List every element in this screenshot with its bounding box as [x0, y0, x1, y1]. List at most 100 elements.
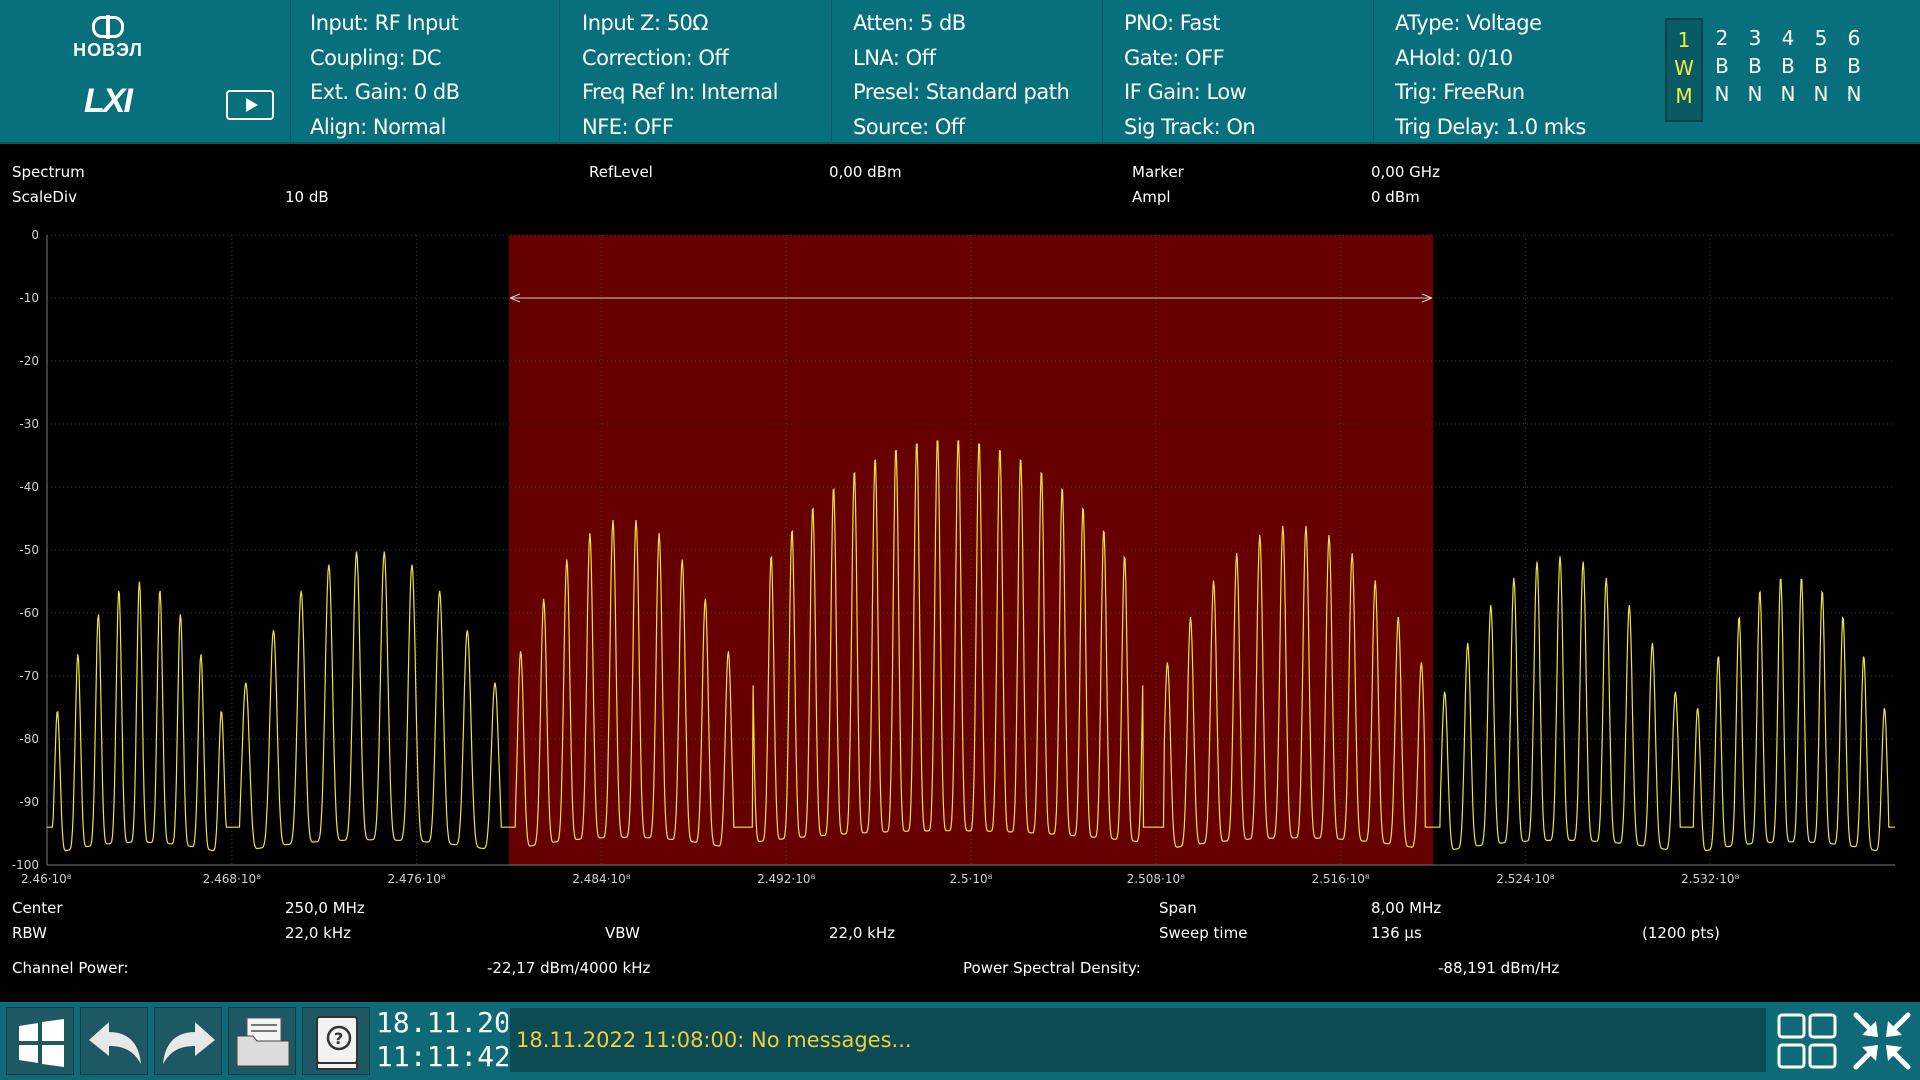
- trace-number: 2: [1715, 26, 1729, 50]
- trace-detector: N: [1714, 82, 1730, 106]
- marker-value[interactable]: 0,00 GHz: [1371, 163, 1440, 181]
- trace-4[interactable]: 4 B N: [1773, 24, 1803, 108]
- param-if-gain[interactable]: IF Gain: Low: [1124, 75, 1373, 110]
- scalediv-label: ScaleDiv: [12, 188, 77, 206]
- trace-selector: 1 W M 2 B N 3 B N 4 B N 5 B N 6 B N: [1665, 0, 1920, 142]
- logo-area: НОВЭЛ LXI: [0, 0, 291, 142]
- files-button[interactable]: [228, 1007, 296, 1075]
- play-button[interactable]: [226, 90, 274, 120]
- x-tick-label: 2.5·10⁸: [950, 872, 993, 886]
- center-value[interactable]: 250,0 MHz: [285, 899, 365, 917]
- x-tick-label: 2.484·10⁸: [572, 872, 630, 886]
- param-coupling[interactable]: Coupling: DC: [310, 41, 559, 76]
- trace-mode: W: [1674, 56, 1694, 80]
- channel-power-value: -22,17 dBm/4000 kHz: [487, 959, 651, 977]
- param-ahold[interactable]: AHold: 0/10: [1395, 41, 1645, 76]
- scalediv-value[interactable]: 10 dB: [285, 188, 329, 206]
- start-button[interactable]: [6, 1007, 74, 1075]
- redo-icon: [163, 1022, 215, 1064]
- y-tick-label: -70: [19, 669, 39, 683]
- reflevel-value[interactable]: 0,00 dBm: [829, 163, 902, 181]
- param-column-atten: Atten: 5 dB LNA: Off Presel: Standard pa…: [833, 0, 1103, 142]
- param-gate[interactable]: Gate: OFF: [1124, 41, 1373, 76]
- help-button[interactable]: ?: [302, 1007, 370, 1075]
- span-label: Span: [1159, 899, 1197, 917]
- trace-mode: B: [1847, 54, 1861, 78]
- trace-6[interactable]: 6 B N: [1839, 24, 1869, 108]
- param-sig-track[interactable]: Sig Track: On: [1124, 110, 1373, 145]
- x-tick-label: 2.508·10⁸: [1127, 872, 1185, 886]
- minimize-button[interactable]: [1848, 1007, 1916, 1075]
- y-tick-label: 0: [31, 228, 39, 242]
- y-tick-label: -80: [19, 732, 39, 746]
- spectrum-label: Spectrum: [12, 163, 85, 181]
- rbw-label: RBW: [12, 924, 48, 942]
- layout-button[interactable]: [1774, 1007, 1842, 1075]
- trace-detector: N: [1846, 82, 1862, 106]
- param-column-pno: PNO: Fast Gate: OFF IF Gain: Low Sig Tra…: [1104, 0, 1374, 142]
- trace-detector: N: [1780, 82, 1796, 106]
- center-label: Center: [12, 899, 63, 917]
- param-align[interactable]: Align: Normal: [310, 110, 559, 145]
- trace-detector: M: [1675, 84, 1693, 108]
- param-nfe[interactable]: NFE: OFF: [582, 110, 831, 145]
- taskbar: ? 18.11.2022 11:11:42 18.11.2022 11:08:0…: [0, 1002, 1920, 1080]
- ampl-value[interactable]: 0 dBm: [1371, 188, 1420, 206]
- param-pno[interactable]: PNO: Fast: [1124, 6, 1373, 41]
- param-lna[interactable]: LNA: Off: [853, 41, 1102, 76]
- y-tick-label: -40: [19, 480, 39, 494]
- trace-1[interactable]: 1 W M: [1665, 18, 1703, 122]
- param-trig[interactable]: Trig: FreeRun: [1395, 75, 1645, 110]
- param-input[interactable]: Input: RF Input: [310, 6, 559, 41]
- trace-mode: B: [1715, 54, 1729, 78]
- trace-3[interactable]: 3 B N: [1740, 24, 1770, 108]
- collapse-arrows-icon: [1853, 1012, 1911, 1070]
- param-trig-delay[interactable]: Trig Delay: 1.0 mks: [1395, 110, 1645, 145]
- param-atten[interactable]: Atten: 5 dB: [853, 6, 1102, 41]
- sweep-value[interactable]: 136 µs: [1371, 924, 1422, 942]
- undo-icon: [89, 1022, 141, 1064]
- redo-button[interactable]: [154, 1007, 222, 1075]
- y-tick-label: -30: [19, 417, 39, 431]
- windows-icon: [19, 1019, 64, 1067]
- x-tick-label: 2.468·10⁸: [203, 872, 261, 886]
- brand-logo-icon: [92, 15, 124, 39]
- vbw-label: VBW: [605, 924, 640, 942]
- y-tick-label: -10: [19, 291, 39, 305]
- svg-text:?: ?: [334, 1029, 343, 1048]
- param-presel[interactable]: Presel: Standard path: [853, 75, 1102, 110]
- rbw-value[interactable]: 22,0 kHz: [285, 924, 351, 942]
- y-tick-label: -20: [19, 354, 39, 368]
- span-value[interactable]: 8,00 MHz: [1371, 899, 1441, 917]
- trace-2[interactable]: 2 B N: [1707, 24, 1737, 108]
- param-source[interactable]: Source: Off: [853, 110, 1102, 145]
- x-tick-label: 2.492·10⁸: [757, 872, 815, 886]
- undo-button[interactable]: [80, 1007, 148, 1075]
- param-correction[interactable]: Correction: Off: [582, 41, 831, 76]
- param-input-z[interactable]: Input Z: 50Ω: [582, 6, 831, 41]
- param-freq-ref[interactable]: Freq Ref In: Internal: [582, 75, 831, 110]
- trace-5[interactable]: 5 B N: [1806, 24, 1836, 108]
- ampl-label: Ampl: [1132, 188, 1171, 206]
- y-tick-label: -90: [19, 795, 39, 809]
- folder-icon: [236, 1017, 290, 1067]
- trace-mode: B: [1781, 54, 1795, 78]
- marker-label: Marker: [1132, 163, 1184, 181]
- vbw-value[interactable]: 22,0 kHz: [829, 924, 895, 942]
- param-column-impedance: Input Z: 50Ω Correction: Off Freq Ref In…: [562, 0, 832, 142]
- trace-detector: N: [1813, 82, 1829, 106]
- x-tick-label: 2.532·10⁸: [1681, 872, 1739, 886]
- channel-power-label: Channel Power:: [12, 959, 129, 977]
- spectrum-plot[interactable]: 0 -10 -20 -30 -40 -50 -60 -70 -80 -90 -100 2.46·10…: [0, 225, 1920, 895]
- trace-number: 5: [1814, 26, 1828, 50]
- lxi-logo: LXI: [84, 82, 133, 120]
- status-header: НОВЭЛ LXI Input: RF Input Coupling: DC E…: [0, 0, 1920, 144]
- y-tick-label: -100: [12, 858, 39, 872]
- param-atype[interactable]: AType: Voltage: [1395, 6, 1645, 41]
- y-tick-label: -50: [19, 543, 39, 557]
- reflevel-label: RefLevel: [589, 163, 653, 181]
- analyzer-screen: НОВЭЛ LXI Input: RF Input Coupling: DC E…: [0, 0, 1920, 1080]
- help-book-icon: ?: [316, 1016, 358, 1070]
- param-ext-gain[interactable]: Ext. Gain: 0 dB: [310, 75, 559, 110]
- message-box[interactable]: 18.11.2022 11:08:00: No messages...: [508, 1006, 1768, 1074]
